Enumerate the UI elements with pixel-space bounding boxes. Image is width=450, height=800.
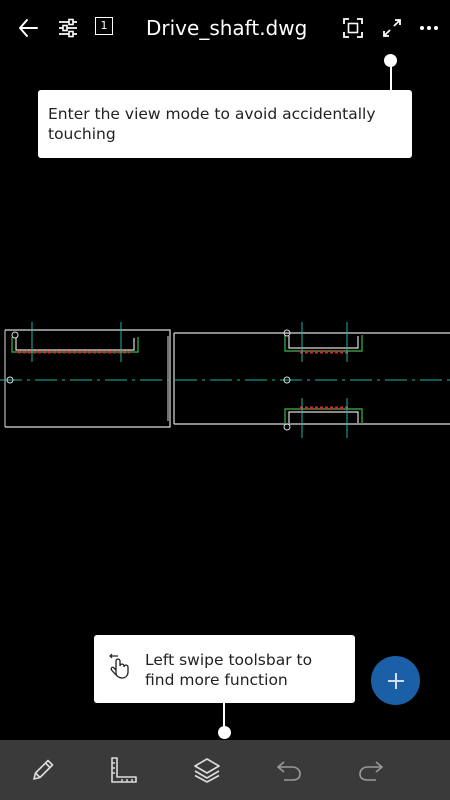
cad-drawing-canvas[interactable] — [0, 300, 450, 460]
bottom-toolbar — [0, 740, 450, 800]
document-title: Drive_shaft.dwg — [146, 16, 308, 40]
toolbar-pointer-line — [223, 703, 225, 728]
arrow-left-icon — [19, 19, 38, 37]
view-mode-tooltip[interactable]: Enter the view mode to avoid accidentall… — [38, 90, 412, 158]
layers-icon — [194, 758, 220, 783]
cad-viewer-screen: 1 Drive_shaft.dwg Enter the view mode to… — [0, 0, 450, 800]
measure-tool-button[interactable] — [108, 754, 140, 786]
pencil-icon — [33, 759, 54, 780]
back-button[interactable] — [15, 15, 41, 41]
draw-tool-button[interactable] — [27, 754, 59, 786]
undo-icon — [277, 761, 301, 781]
redo-icon — [359, 761, 383, 781]
redo-button[interactable] — [355, 754, 387, 786]
fit-screen-icon — [343, 18, 363, 38]
page-number-button[interactable]: 1 — [95, 17, 113, 35]
swipe-hand-icon — [109, 653, 129, 679]
page-number-label: 1 — [100, 19, 108, 32]
fit-screen-button[interactable] — [340, 15, 366, 41]
fullscreen-button[interactable] — [379, 15, 405, 41]
add-button[interactable] — [371, 656, 420, 705]
more-dots-icon — [420, 26, 438, 30]
swipe-hint-tooltip[interactable]: Left swipe toolsbar to find more functio… — [94, 635, 355, 703]
plus-icon — [387, 672, 404, 689]
more-button[interactable] — [416, 15, 442, 41]
ruler-icon — [111, 757, 137, 783]
view-mode-tooltip-text: Enter the view mode to avoid accidentall… — [48, 105, 376, 143]
toolbar-pointer-dot — [218, 726, 231, 739]
undo-button[interactable] — [273, 754, 305, 786]
swipe-hint-text: Left swipe toolsbar to find more functio… — [145, 651, 313, 689]
settings-button[interactable] — [55, 15, 81, 41]
layers-tool-button[interactable] — [191, 754, 223, 786]
sliders-icon — [59, 18, 77, 38]
tooltip-pointer-line — [390, 62, 392, 91]
top-bar: 1 Drive_shaft.dwg — [0, 0, 450, 56]
expand-icon — [383, 19, 401, 37]
